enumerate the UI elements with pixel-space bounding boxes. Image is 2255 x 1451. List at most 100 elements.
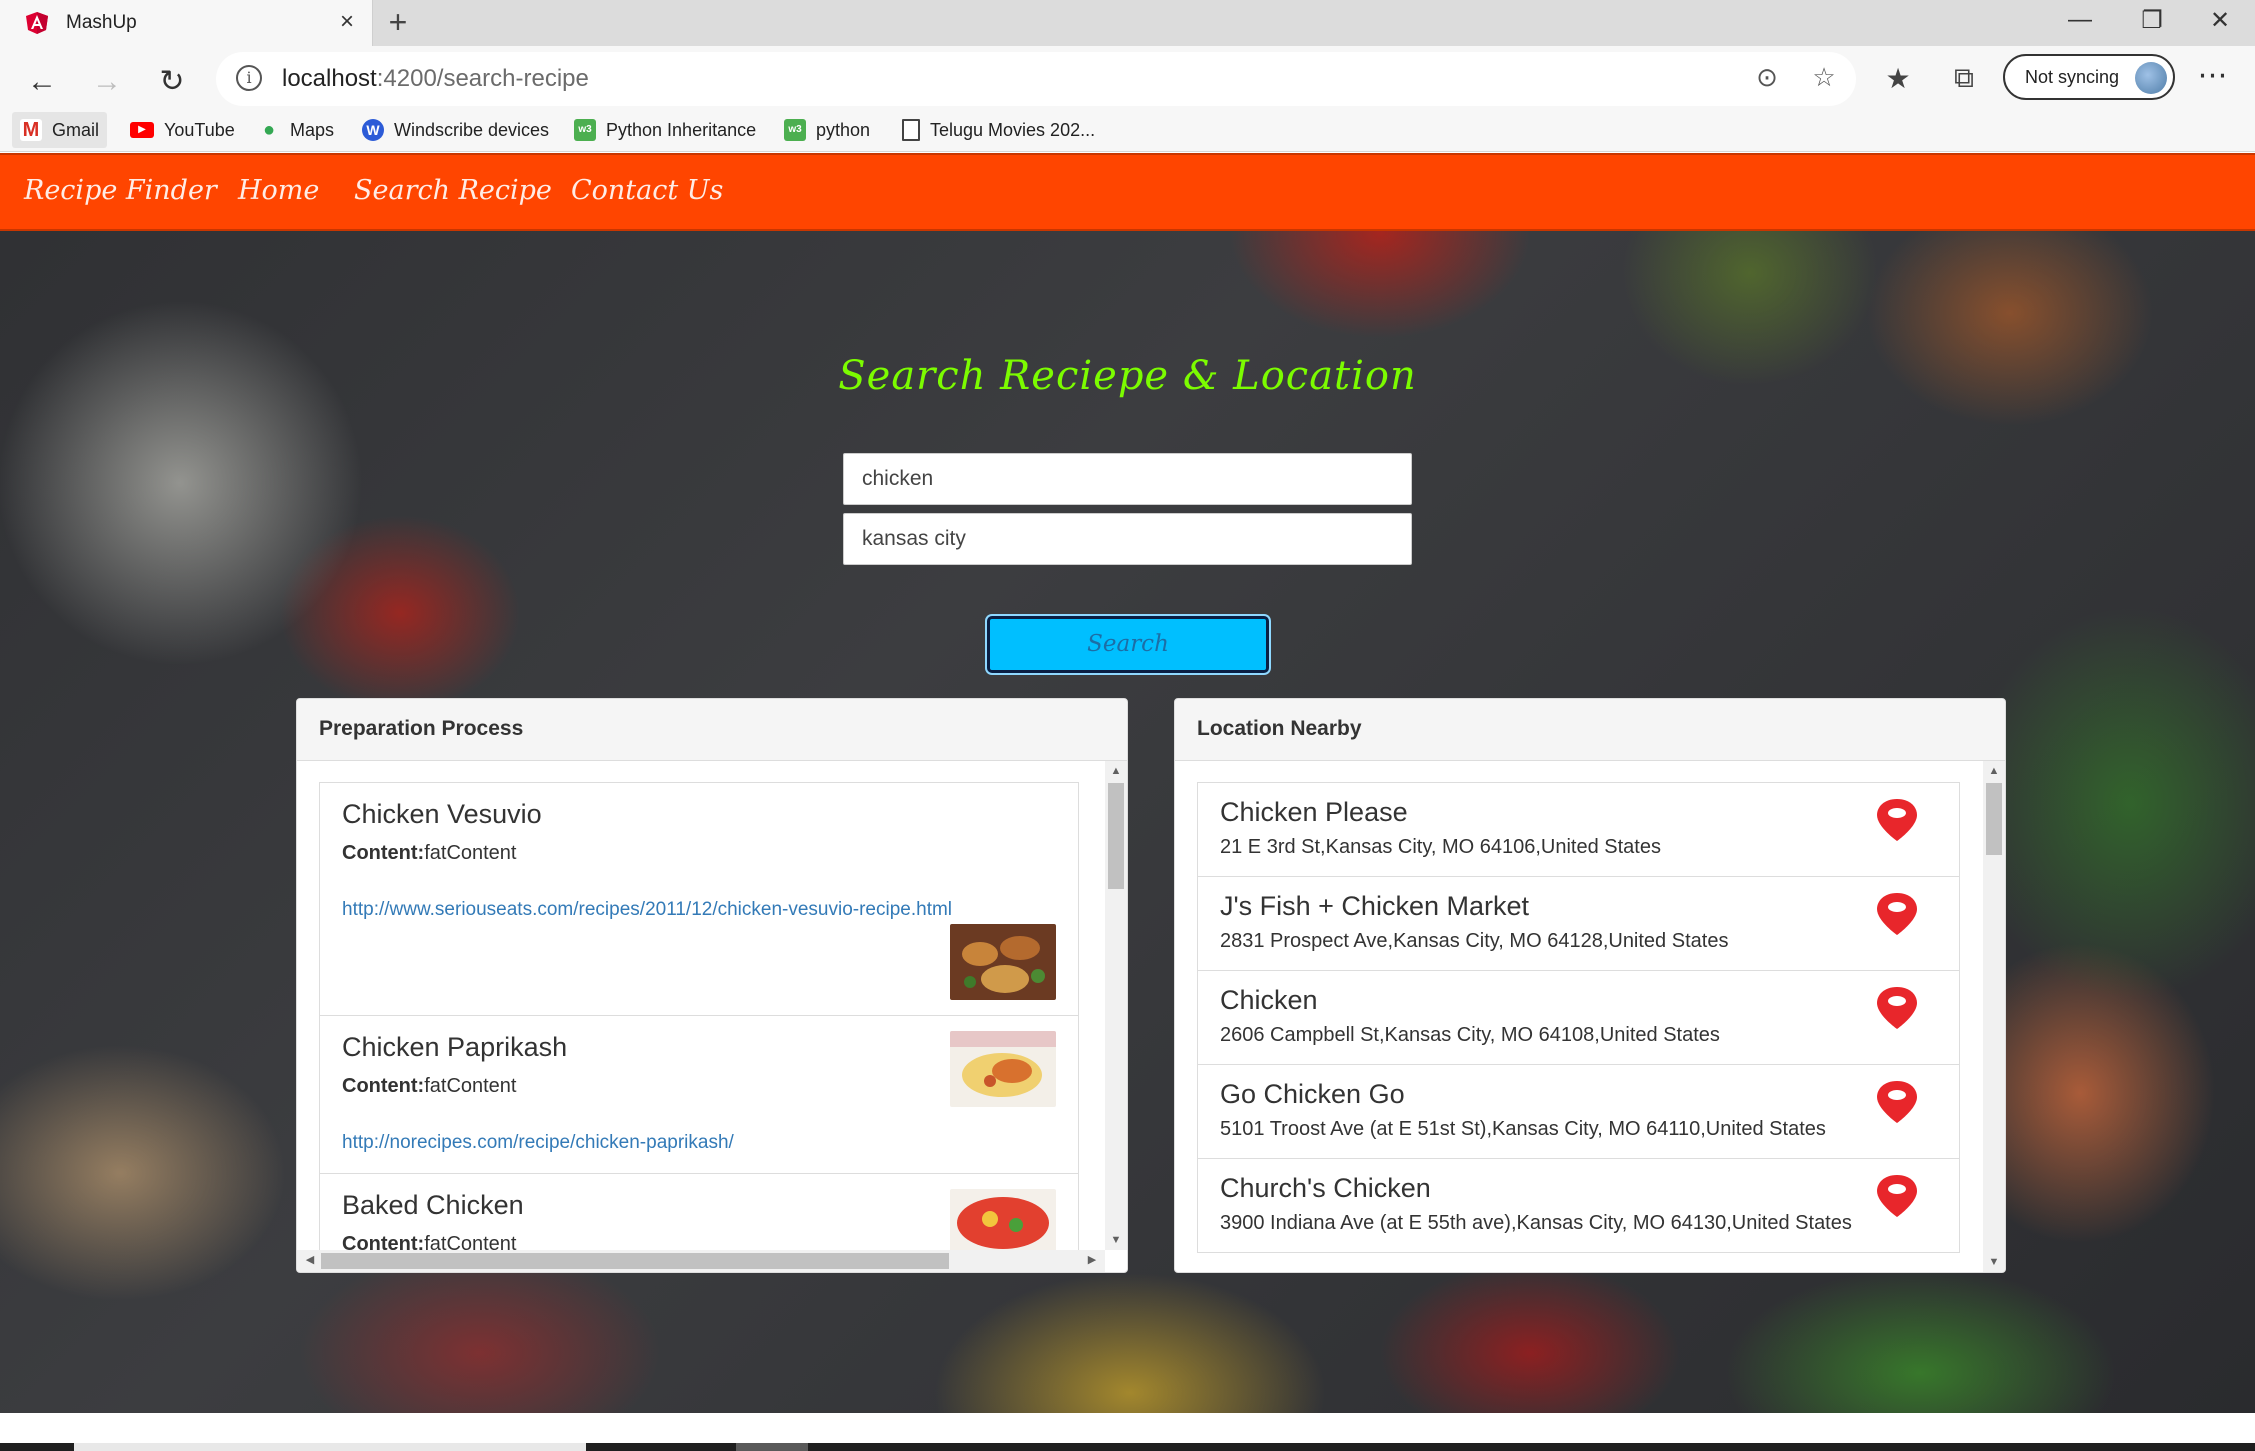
location-list-viewport[interactable]: Chicken Please 21 E 3rd St,Kansas City, …: [1175, 761, 1983, 1272]
scrollbar-thumb[interactable]: [1108, 783, 1124, 889]
panel-heading: Location Nearby: [1175, 699, 2005, 761]
refresh-icon[interactable]: ↻: [150, 60, 194, 104]
recipe-list: Chicken Vesuvio Content:fatContent http:…: [319, 782, 1079, 1250]
address-bar[interactable]: i localhost:4200/search-recipe ⊙ ☆: [216, 52, 1856, 106]
nav-link-search-recipe[interactable]: Search Recipe: [354, 175, 552, 206]
tab-strip: MashUp × + — ❐ ✕: [0, 0, 2255, 46]
avatar: [2135, 62, 2167, 94]
restore-button[interactable]: ❐: [2132, 6, 2172, 35]
bookmark-youtube[interactable]: ▶ YouTube: [122, 112, 243, 148]
recipe-link[interactable]: http://norecipes.com/recipe/chicken-papr…: [342, 1132, 1056, 1154]
taskbar-item[interactable]: [74, 1443, 586, 1451]
location-name: Go Chicken Go: [1220, 1079, 1405, 1109]
recipe-title: Baked Chicken: [342, 1190, 524, 1220]
bookmarks-bar: M Gmail ▶ YouTube ● Maps W Windscribe de…: [0, 108, 2255, 152]
scroll-up-icon[interactable]: ▲: [1105, 765, 1127, 777]
scroll-right-icon[interactable]: ▶: [1081, 1253, 1103, 1266]
recipe-item[interactable]: Chicken Vesuvio Content:fatContent http:…: [319, 782, 1079, 1016]
nav-link-contact-us[interactable]: Contact Us: [571, 175, 723, 206]
location-address: 3900 Indiana Ave (at E 55th ave),Kansas …: [1220, 1212, 1852, 1234]
profile-sync-button[interactable]: Not syncing: [2003, 54, 2175, 100]
more-menu-icon[interactable]: ⋯: [2193, 58, 2233, 93]
youtube-icon: ▶: [130, 122, 154, 138]
location-name: Church's Chicken: [1220, 1173, 1431, 1203]
recipe-content: Content:fatContent: [342, 1075, 517, 1097]
map-pin-icon[interactable]: [1875, 1173, 1919, 1219]
minimize-button[interactable]: —: [2060, 6, 2100, 34]
scroll-down-icon[interactable]: ▼: [1983, 1256, 2005, 1268]
bookmark-windscribe[interactable]: W Windscribe devices: [354, 112, 557, 148]
location-address: 2831 Prospect Ave,Kansas City, MO 64128,…: [1220, 930, 1729, 952]
recipe-list-viewport[interactable]: Chicken Vesuvio Content:fatContent http:…: [297, 761, 1105, 1250]
tab-title: MashUp: [66, 12, 137, 33]
w3schools-icon: w3: [574, 119, 596, 141]
nav-brand[interactable]: Recipe Finder: [24, 175, 217, 206]
scrollbar-thumb[interactable]: [1986, 783, 2002, 855]
vertical-scrollbar[interactable]: ▲ ▼: [1105, 761, 1127, 1250]
recipe-item[interactable]: Chicken Paprikash Content:fatContent htt…: [319, 1015, 1079, 1174]
angular-icon: [26, 12, 48, 34]
recipe-image: [950, 924, 1056, 1000]
page-content: Recipe Finder Home Search Recipe Contact…: [0, 153, 2255, 1413]
maps-icon: ●: [262, 119, 276, 141]
bookmark-python[interactable]: w3 python: [776, 112, 878, 148]
location-tracking-icon[interactable]: ⊙: [1750, 62, 1784, 93]
site-info-icon[interactable]: i: [236, 65, 262, 91]
collections-icon[interactable]: ⧉: [1944, 62, 1984, 95]
location-item[interactable]: Chicken Please 21 E 3rd St,Kansas City, …: [1197, 782, 1960, 877]
bookmark-maps[interactable]: ● Maps: [250, 112, 342, 148]
scroll-down-icon[interactable]: ▼: [1105, 1234, 1127, 1246]
location-nearby-panel: Location Nearby Chicken Please 21 E 3rd …: [1174, 698, 2006, 1273]
scroll-left-icon[interactable]: ◀: [299, 1253, 321, 1266]
page-title: Search Reciepe & Location: [838, 353, 1417, 399]
close-tab-icon[interactable]: ×: [334, 8, 360, 36]
gmail-icon: M: [20, 119, 42, 141]
location-item[interactable]: Chicken 2606 Campbell St,Kansas City, MO…: [1197, 970, 1960, 1065]
vertical-scrollbar[interactable]: ▲ ▼: [1983, 761, 2005, 1272]
map-pin-icon[interactable]: [1875, 1079, 1919, 1125]
preparation-process-panel: Preparation Process Chicken Vesuvio Cont…: [296, 698, 1128, 1273]
recipe-image: [950, 1031, 1056, 1107]
page-icon: [902, 119, 920, 141]
map-pin-icon[interactable]: [1875, 985, 1919, 1031]
bookmark-telugu-movies[interactable]: Telugu Movies 202...: [894, 112, 1103, 148]
favorite-star-icon[interactable]: ☆: [1807, 62, 1841, 93]
location-search-input[interactable]: [843, 513, 1412, 565]
bookmark-python-inheritance[interactable]: w3 Python Inheritance: [566, 112, 764, 148]
recipe-search-input[interactable]: [843, 453, 1412, 505]
nav-link-home[interactable]: Home: [238, 175, 319, 206]
recipe-title: Chicken Vesuvio: [342, 799, 542, 829]
location-item[interactable]: Go Chicken Go 5101 Troost Ave (at E 51st…: [1197, 1064, 1960, 1159]
browser-tab-active[interactable]: MashUp ×: [0, 0, 373, 46]
forward-icon[interactable]: →: [85, 60, 129, 104]
recipe-item[interactable]: Baked Chicken Content:fatContent: [319, 1173, 1079, 1250]
location-address: 5101 Troost Ave (at E 51st St),Kansas Ci…: [1220, 1118, 1826, 1140]
search-button[interactable]: Search: [987, 616, 1269, 673]
location-item[interactable]: Church's Chicken 3900 Indiana Ave (at E …: [1197, 1158, 1960, 1253]
recipe-content: Content:fatContent: [342, 842, 517, 864]
recipe-image: [950, 1189, 1056, 1250]
back-icon[interactable]: ←: [20, 60, 64, 104]
scrollbar-thumb[interactable]: [321, 1253, 949, 1269]
taskbar-item[interactable]: [736, 1443, 808, 1451]
location-name: Chicken Please: [1220, 797, 1408, 827]
scroll-up-icon[interactable]: ▲: [1983, 765, 2005, 777]
bookmark-gmail[interactable]: M Gmail: [12, 112, 108, 148]
close-window-button[interactable]: ✕: [2200, 6, 2240, 35]
map-pin-icon[interactable]: [1875, 891, 1919, 937]
new-tab-button[interactable]: +: [380, 4, 416, 41]
recipe-title: Chicken Paprikash: [342, 1032, 568, 1062]
location-item[interactable]: J's Fish + Chicken Market 2831 Prospect …: [1197, 876, 1960, 971]
recipe-link[interactable]: http://www.seriouseats.com/recipes/2011/…: [342, 899, 1056, 921]
sync-status-label: Not syncing: [2025, 67, 2120, 87]
url-text[interactable]: localhost:4200/search-recipe: [282, 65, 589, 93]
recipe-content: Content:fatContent: [342, 1233, 517, 1250]
location-list: Chicken Please 21 E 3rd St,Kansas City, …: [1197, 782, 1960, 1253]
map-pin-icon[interactable]: [1875, 797, 1919, 843]
windscribe-icon: W: [362, 119, 384, 141]
location-address: 2606 Campbell St,Kansas City, MO 64108,U…: [1220, 1024, 1720, 1046]
horizontal-scrollbar[interactable]: ◀ ▶: [297, 1250, 1105, 1272]
w3schools-icon: w3: [784, 119, 806, 141]
location-address: 21 E 3rd St,Kansas City, MO 64106,United…: [1220, 836, 1661, 858]
favorites-icon[interactable]: ★: [1878, 62, 1918, 95]
